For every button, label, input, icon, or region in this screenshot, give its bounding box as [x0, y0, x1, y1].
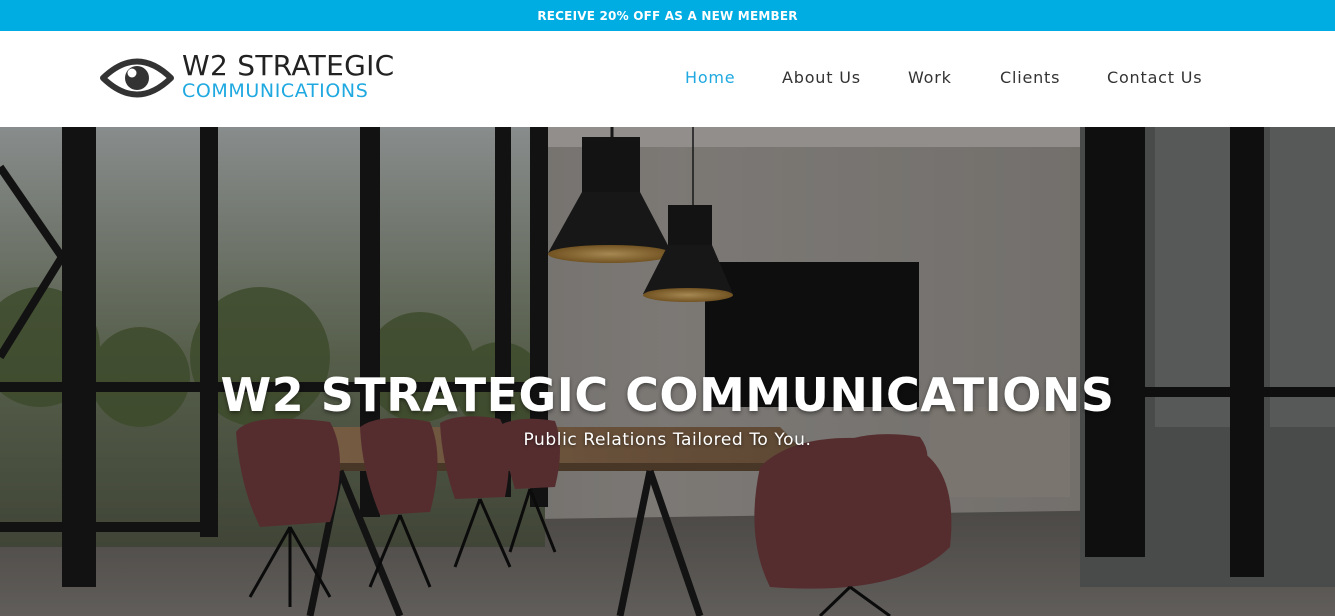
promo-banner[interactable]: RECEIVE 20% OFF AS A NEW MEMBER — [0, 0, 1335, 31]
nav-work[interactable]: Work — [908, 67, 952, 89]
promo-text: RECEIVE 20% OFF AS A NEW MEMBER — [537, 8, 798, 23]
main-nav: Home About Us Work Clients Contact Us — [0, 67, 1335, 91]
hero-title: W2 STRATEGIC COMMUNICATIONS — [220, 368, 1115, 422]
nav-contact-us[interactable]: Contact Us — [1107, 67, 1202, 89]
nav-about-us[interactable]: About Us — [782, 67, 861, 89]
nav-clients[interactable]: Clients — [1000, 67, 1060, 89]
hero-section: W2 STRATEGIC COMMUNICATIONS Public Relat… — [0, 127, 1335, 616]
hero-subtitle: Public Relations Tailored To You. — [523, 430, 812, 450]
site-header: W2 STRATEGIC COMMUNICATIONS Home About U… — [0, 31, 1335, 127]
nav-home[interactable]: Home — [685, 67, 735, 89]
